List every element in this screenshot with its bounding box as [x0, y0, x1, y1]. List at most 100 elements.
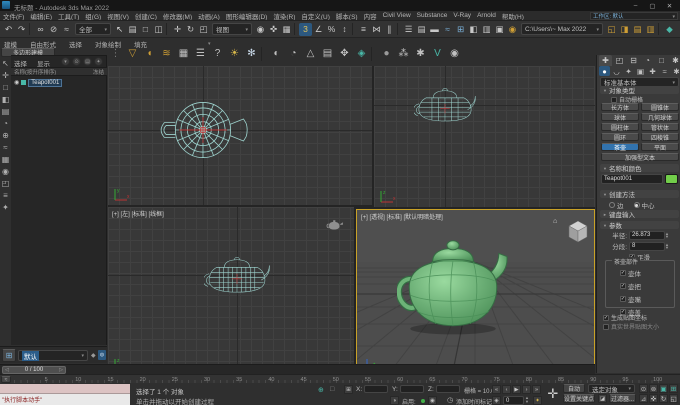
object-color-swatch[interactable] [665, 174, 678, 184]
segments-field[interactable]: 8 [629, 241, 665, 251]
toggle-layer-explorer-icon[interactable]: ▤ [415, 23, 428, 36]
spinner-arrows[interactable]: ▲ ▼ [665, 242, 671, 250]
menu-item[interactable]: Substance [417, 12, 448, 19]
time-slider-handle[interactable]: ◁ 0 / 100 ▷ [2, 366, 66, 374]
modify-tab-icon[interactable]: ◰ [613, 55, 626, 66]
list-tool-icon[interactable]: ≡ [0, 190, 11, 201]
set-keys-big-icon[interactable]: ✛ [545, 384, 561, 403]
previous-frame-icon[interactable]: ‹ [502, 385, 511, 394]
explorer-find-icon[interactable]: ⊙ [72, 57, 81, 66]
viewport-layout-tabs-icon[interactable]: ⊞ [2, 349, 16, 362]
display-tab-icon[interactable]: □ [655, 55, 668, 66]
object-name[interactable]: Teapot001 [28, 78, 63, 87]
primitive-button[interactable]: 圆锥体 [641, 103, 679, 112]
menu-item[interactable]: 编辑(E) [30, 11, 52, 21]
cameras-category-icon[interactable]: ▣ [635, 66, 646, 76]
diamond-icon[interactable]: ◆ [91, 352, 96, 359]
center-radio[interactable]: 中心 [633, 200, 655, 210]
teapot-top-view-wireframe[interactable] [157, 91, 249, 169]
menu-item[interactable]: V-Ray [453, 12, 471, 19]
selection-lock-icon[interactable]: □ [330, 386, 334, 393]
primitive-button[interactable]: 长方体 [601, 103, 639, 112]
frame-spinner[interactable]: ▲ ▼ [525, 396, 531, 403]
next-frame-arrow-icon[interactable]: ▷ [59, 367, 63, 373]
percent-snap-icon[interactable]: % [325, 23, 338, 36]
teapot-part-checkbox[interactable]: 壶体 [620, 268, 674, 278]
utilities-tab-icon[interactable]: ✱ [669, 55, 680, 66]
project-folder-dropdown[interactable]: C:\Users\~ Max 2022 [521, 23, 603, 35]
small-teapot-object[interactable] [326, 219, 344, 231]
visibility-eye-icon[interactable]: ◉ [14, 79, 19, 86]
explorer-list-icon[interactable]: ▤ [83, 57, 92, 66]
key-filters-icon[interactable]: ◪ [598, 394, 607, 403]
ball-icon[interactable]: ● [379, 46, 394, 61]
primitive-button[interactable]: 圆柱体 [601, 123, 639, 132]
go-to-start-icon[interactable]: « [492, 385, 501, 394]
plus-tool-icon[interactable]: ⊕ [0, 130, 11, 141]
x-field[interactable] [364, 385, 388, 393]
menu-item[interactable]: 内容 [364, 11, 377, 21]
render-production-teapot-icon[interactable]: ◉ [506, 23, 519, 36]
menu-item[interactable]: 动画(A) [198, 11, 220, 21]
adaptive-degradation-icon[interactable]: ◑ [390, 396, 399, 405]
explorer-column-header[interactable]: 名称(按升序排序) 冻结 [11, 67, 107, 76]
maximize-viewport-icon[interactable]: ◱ [669, 394, 678, 403]
space-warps-category-icon[interactable]: ≈ [659, 66, 670, 76]
primitive-button[interactable]: 圆环 [601, 133, 639, 142]
teapot-part-checkbox[interactable]: 壶把 [620, 281, 674, 291]
teapot-front-view-wireframe[interactable] [414, 86, 476, 124]
curve-editor-icon[interactable]: ≈ [441, 23, 454, 36]
rendered-frame-window-icon[interactable]: ▣ [493, 23, 506, 36]
toolbar-separator[interactable] [166, 23, 170, 35]
textplus-button[interactable]: 加强型文本 [601, 153, 679, 162]
toggle-ribbon-icon[interactable]: ▬ [428, 23, 441, 36]
add-time-tag[interactable]: 添加时间标记 [456, 397, 492, 405]
pyramid-icon[interactable]: △ [303, 46, 318, 61]
render-setup-icon[interactable]: ▥ [480, 23, 493, 36]
menu-item[interactable]: 视图(V) [107, 11, 129, 21]
rectangular-selection-icon[interactable]: □ [139, 23, 152, 36]
toolbar-separator[interactable] [261, 46, 267, 61]
undo-icon[interactable]: ↶ [2, 23, 15, 36]
rows-tool-icon[interactable]: ▤ [0, 106, 11, 117]
vray-icon[interactable]: V [430, 46, 445, 61]
layers-icon[interactable]: ▤ [320, 46, 335, 61]
substance-icon[interactable]: ◆ [663, 23, 676, 36]
viewport-perspective[interactable]: [+] [透视] [标准] [默认明暗处理] ⌂ [356, 209, 595, 375]
column-frozen[interactable]: 冻结 [93, 68, 104, 76]
rollout-creation-method[interactable]: 创建方法 [600, 190, 679, 199]
primitive-button[interactable]: 平面 [641, 143, 679, 152]
spinner-arrows[interactable]: ▲ ▼ [665, 231, 671, 239]
z-field[interactable] [436, 385, 460, 393]
schematic-view-icon[interactable]: ⊞ [454, 23, 467, 36]
close-button[interactable]: ✕ [661, 0, 678, 11]
monitor-icon[interactable]: ▦ [176, 46, 191, 61]
lights-category-icon[interactable]: ✦ [623, 66, 634, 76]
viewport-top[interactable]: xy [108, 66, 372, 205]
select-and-move-icon[interactable]: ✛ [171, 23, 184, 36]
key-icon[interactable]: ✦ [533, 396, 542, 405]
mini-curve-editor-icon[interactable]: ≈ [1, 376, 11, 383]
select-and-rotate-icon[interactable]: ↻ [184, 23, 197, 36]
help-icon[interactable]: ? [210, 46, 225, 61]
toolbar-separator[interactable] [397, 23, 401, 35]
maxscript-mini-listener[interactable]: "执行脚本动手" [0, 394, 130, 405]
unlink-selection-icon[interactable]: ⊘ [47, 23, 60, 36]
save-scene-icon[interactable]: ◨ [618, 23, 631, 36]
minimize-button[interactable]: – [627, 0, 644, 11]
keyboard-shortcut-override-icon[interactable]: ▦ [280, 23, 293, 36]
ribbon-tab[interactable]: 选择 [69, 39, 82, 49]
menu-item[interactable]: 脚本(S) [336, 11, 358, 21]
align-icon[interactable]: ∥ [383, 23, 396, 36]
spinner-snap-icon[interactable]: ↕ [338, 23, 351, 36]
object-name-field[interactable]: Teapot001 [601, 174, 663, 184]
create-tab-icon[interactable]: ✚ [599, 55, 612, 66]
angle-snap-icon[interactable]: ∠ [312, 23, 325, 36]
primitive-button[interactable]: 管状体 [641, 123, 679, 132]
viewport-label[interactable]: [+] [透视] [标准] [默认明暗处理] [361, 212, 443, 221]
time-slider-track[interactable]: ◁ 0 / 100 ▷ [0, 364, 595, 374]
selection-filter-dropdown[interactable]: 全部 [75, 23, 111, 35]
gear-icon[interactable]: ✱ [413, 46, 428, 61]
explorer-row-teapot001[interactable]: ◉ Teapot001 [12, 78, 106, 87]
clock-icon[interactable]: ◷ [447, 396, 453, 404]
